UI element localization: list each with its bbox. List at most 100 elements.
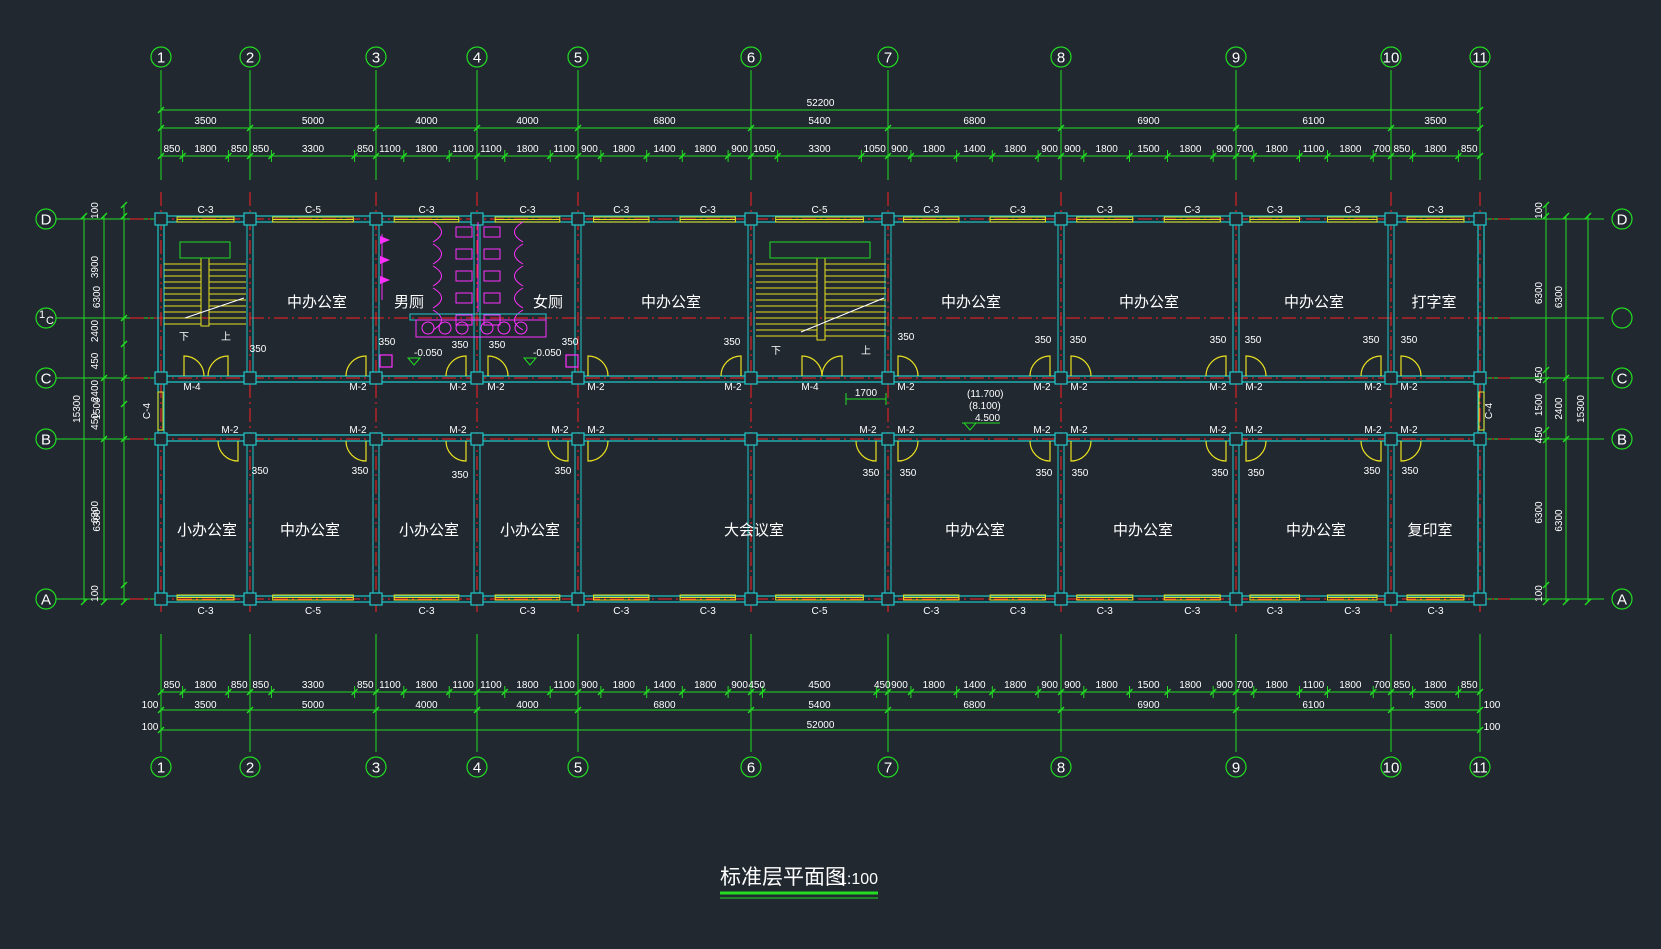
window-label-bottom: C-5 [305,606,322,617]
dim-bottom-total-text: 52000 [807,720,835,731]
column [881,212,895,226]
column [1229,432,1243,446]
stair-west-down: 下 [179,332,189,343]
axis-label-row-main: 1 [39,309,45,321]
corridor-dim-text: 1700 [855,388,878,399]
door-label: M-2 [1400,425,1418,436]
door-offset-dim: 350 [379,337,396,348]
dim-bottom-ext-right: 100 [142,722,159,733]
window-label-top: C-3 [923,205,940,216]
window-label-bottom: C-3 [1344,606,1361,617]
window-label-end-right: C-4 [1484,403,1495,420]
dim-top-detail-text: 1800 [1339,144,1362,155]
dim-left-inner-text: 6300 [90,500,101,523]
column [571,212,585,226]
dim-bottom-detail-text: 1100 [1303,680,1325,691]
axis-label-col-1: 1 [157,760,165,777]
window-label-top: C-3 [1344,205,1361,216]
dim-bottom-detail-text: 1500 [1137,680,1160,691]
window-label-top: C-3 [700,205,717,216]
door-offset-dim: 350 [250,344,267,355]
dim-bottom-detail-text: 850 [231,680,248,691]
window-label-bottom: C-3 [613,606,630,617]
column [1054,592,1068,606]
dim-bottom-bays-text: 6900 [1137,700,1160,711]
drawing-scale: 1:100 [838,871,878,888]
dim-bottom-detail-text: 1800 [516,680,539,691]
dim-top-detail-text: 900 [1064,144,1081,155]
dim-top-detail-text: 1050 [753,144,776,155]
axis-label-col-2: 2 [246,50,254,67]
dim-top-detail-text: 700 [1237,144,1254,155]
room-label-north: 打字室 [1411,294,1456,311]
dim-left-mid-text: 6300 [92,285,103,308]
dim-top-detail-text: 1800 [1266,144,1289,155]
dim-top-detail-text: 1800 [694,144,717,155]
dim-top-total-text: 52200 [807,98,835,109]
door-label: M-2 [1400,382,1418,393]
room-label-south: 中办公室 [280,522,340,539]
column [243,432,257,446]
room-label-south: 中办公室 [1286,522,1346,539]
floor-plan-drawing: C-3 C-3 C-5 C-5 C-3 C-3 C-3 C-3 C-3 C-3 C-3 C-3 C-5 C… [0,0,1661,949]
dim-top-detail-text: 3300 [302,144,325,155]
window-label-bottom: C-3 [519,606,536,617]
window-label-top: C-3 [1010,205,1027,216]
window-label-top: C-5 [305,205,322,216]
door-label: M-2 [1033,382,1051,393]
door-offset-dim: 350 [489,340,506,351]
dim-right-mid-text: 6300 [1554,285,1565,308]
dim-left-inner-text: 450 [90,352,101,369]
dim-bottom-detail-text: 1100 [480,680,502,691]
dim-bottom-detail-text: 900 [1064,680,1081,691]
window-label-top: C-3 [1427,205,1444,216]
door-offset-dim: 350 [252,466,269,477]
axis-label-row-sub: C [46,315,54,327]
dim-bottom-detail-text: 1400 [653,680,676,691]
room-label-north: 男厕 [394,294,424,311]
window-label-top: C-3 [1267,205,1284,216]
column [369,371,383,385]
dim-bottom-bays-text: 5000 [302,700,325,711]
axis-label-col-7: 7 [884,50,892,67]
door-offset-dim: 350 [1072,468,1089,479]
axis-label-row-D: D [41,212,52,229]
elevation-level-1: (11.700) [967,389,1004,400]
elevation-toilet-women: -0.050 [533,348,562,359]
column [369,212,383,226]
dim-bottom-detail-text: 900 [581,680,598,691]
dim-top-detail-text: 1100 [553,144,575,155]
room-label-north: 中办公室 [641,294,701,311]
dim-top-bays-text: 6800 [963,116,986,127]
dim-top-bays-text: 6800 [653,116,676,127]
column [470,212,484,226]
door-label: M-2 [587,382,605,393]
dim-bottom-bays-text: 6100 [1302,700,1325,711]
column [881,371,895,385]
column [1229,371,1243,385]
dim-bottom-bays-text: 4000 [516,700,539,711]
axis-label-col-1: 1 [157,50,165,67]
door-offset-dim: 350 [1070,335,1087,346]
column [470,432,484,446]
dim-right-mid-text: 6300 [1554,509,1565,532]
axis-label-col-11: 11 [1472,50,1488,67]
door-offset-dim: 350 [1402,466,1419,477]
dim-top-detail-text: 850 [163,144,180,155]
axis-label-col-5: 5 [574,50,582,67]
dim-bottom-detail-text: 1800 [1004,680,1027,691]
dim-bottom-detail-text: 700 [1374,680,1391,691]
dim-left-inner-text: 450 [90,413,101,430]
dim-bottom-detail-text: 1100 [553,680,575,691]
door-label: M-2 [1209,425,1227,436]
dim-right-inner-text: 6300 [1534,501,1545,524]
window-label-bottom: C-3 [700,606,717,617]
column [1384,212,1398,226]
elevation-toilet-men: -0.050 [414,348,443,359]
dim-top-detail-text: 1500 [1137,144,1160,155]
dim-top-detail-text: 1100 [1303,144,1325,155]
door-label: M-2 [1245,425,1263,436]
column [243,592,257,606]
door-offset-dim: 350 [1364,466,1381,477]
dim-bottom-detail-text: 900 [1216,680,1233,691]
